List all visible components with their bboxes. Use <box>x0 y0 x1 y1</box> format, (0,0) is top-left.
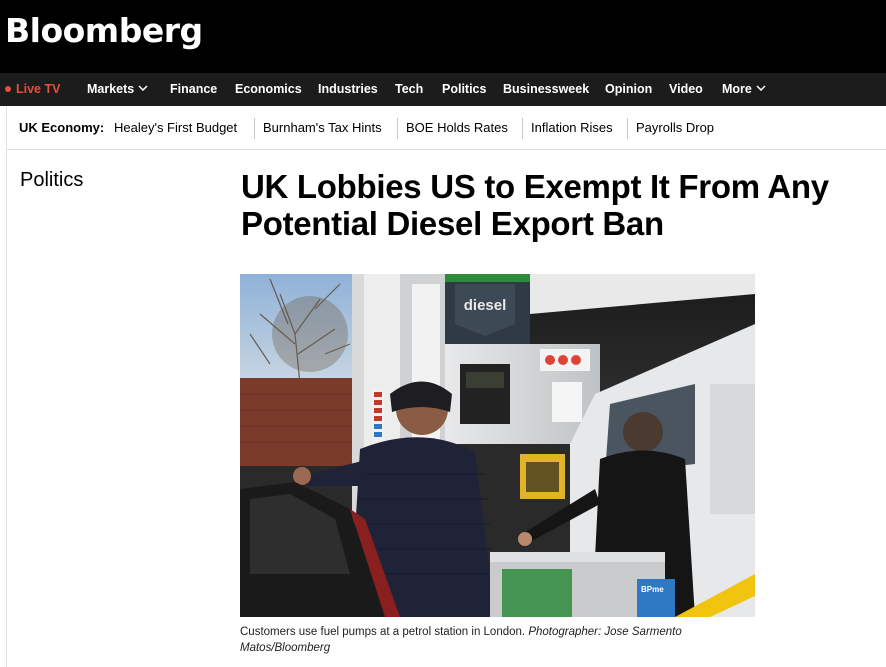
image-caption: Customers use fuel pumps at a petrol sta… <box>240 624 760 656</box>
subnav-divider <box>522 118 523 139</box>
nav-industries[interactable]: Industries <box>318 73 378 106</box>
nav-opinion[interactable]: Opinion <box>605 73 652 106</box>
main-nav: Live TV Markets Finance Economics Indust… <box>0 73 886 106</box>
caption-text: Customers use fuel pumps at a petrol sta… <box>240 626 526 638</box>
subnav-divider <box>397 118 398 139</box>
subnav-link-inflation[interactable]: Inflation Rises <box>531 106 613 150</box>
subnav-link-tax-hints[interactable]: Burnham's Tax Hints <box>263 106 382 150</box>
nav-economics[interactable]: Economics <box>235 73 302 106</box>
subnav-link-payrolls[interactable]: Payrolls Drop <box>636 106 714 150</box>
nav-finance[interactable]: Finance <box>170 73 217 106</box>
section-label[interactable]: Politics <box>20 169 83 192</box>
nav-tech[interactable]: Tech <box>395 73 423 106</box>
nav-live-tv[interactable]: Live TV <box>5 73 60 106</box>
nav-more-label: More <box>722 82 752 96</box>
subnav-label: UK Economy: <box>19 120 105 135</box>
nav-markets[interactable]: Markets <box>87 73 148 106</box>
bpme-sticker-text: BPme <box>641 585 664 594</box>
topic-subnav: UK Economy: Healey's First Budget Burnha… <box>7 106 886 150</box>
diesel-sign-text: diesel <box>464 297 507 314</box>
subnav-link-boe[interactable]: BOE Holds Rates <box>406 106 508 150</box>
subnav-divider <box>627 118 628 139</box>
headline-line-1: UK Lobbies US to Exempt It From Any <box>241 168 829 205</box>
chevron-down-icon <box>138 85 148 91</box>
subnav-link-budget[interactable]: Healey's First Budget <box>114 106 237 150</box>
nav-live-tv-label: Live TV <box>16 82 61 96</box>
masthead: Bloomberg <box>0 0 886 73</box>
nav-video[interactable]: Video <box>669 73 703 106</box>
chevron-down-icon <box>756 85 766 91</box>
nav-more[interactable]: More <box>722 73 766 106</box>
bloomberg-logo[interactable]: Bloomberg <box>5 14 203 47</box>
subnav-divider <box>254 118 255 139</box>
article-hero-image[interactable]: diesel BPme <box>240 274 755 617</box>
nav-markets-label: Markets <box>87 82 135 96</box>
live-dot-icon <box>5 85 11 92</box>
nav-businessweek[interactable]: Businessweek <box>503 73 589 106</box>
article-headline: UK Lobbies US to Exempt It From Any Pote… <box>241 168 886 242</box>
headline-line-2: Potential Diesel Export Ban <box>241 205 664 242</box>
nav-politics[interactable]: Politics <box>442 73 486 106</box>
page-left-rule <box>6 106 7 667</box>
petrol-station-photo: diesel BPme <box>240 274 755 617</box>
